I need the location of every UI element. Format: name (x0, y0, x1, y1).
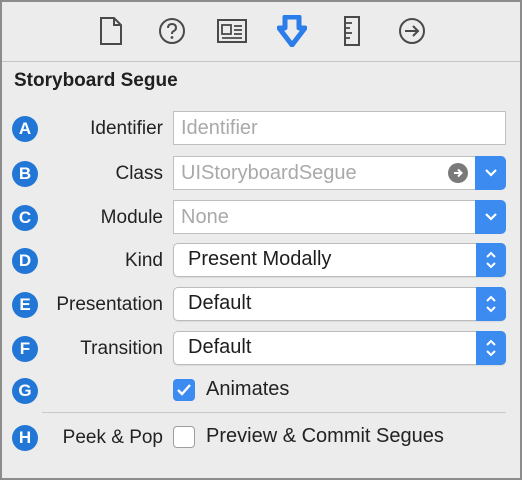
inspector-toolbar (2, 2, 520, 62)
module-row: C Module None (2, 200, 520, 236)
up-down-chevron-icon (476, 287, 506, 321)
badge-g: G (12, 378, 38, 404)
presentation-row: E Presentation Default (2, 287, 520, 323)
class-dropdown-button[interactable] (475, 156, 506, 190)
badge-b: B (12, 161, 38, 187)
class-label: Class (115, 163, 163, 184)
badge-f: F (12, 336, 38, 362)
kind-label: Kind (124, 250, 163, 271)
module-label: Module (100, 207, 163, 228)
up-down-chevron-icon (476, 331, 506, 365)
file-inspector-icon[interactable] (94, 14, 128, 48)
presentation-label: Presentation (56, 294, 163, 315)
presentation-value: Default (188, 292, 252, 314)
transition-row: F Transition Default (2, 331, 520, 367)
section-title: Storyboard Segue (14, 70, 178, 91)
module-dropdown-button[interactable] (475, 200, 506, 234)
identifier-field[interactable]: Identifier (173, 111, 506, 145)
identifier-row: A Identifier Identifier (2, 111, 520, 147)
preview-commit-label: Preview & Commit Segues (206, 425, 444, 447)
attributes-inspector-icon[interactable] (275, 14, 309, 48)
transition-value: Default (188, 336, 252, 358)
badge-c: C (12, 205, 38, 231)
peek-pop-label: Peek & Pop (62, 427, 163, 448)
up-down-chevron-icon (476, 243, 506, 277)
segue-inspector-panel: Storyboard Segue A Identifier Identifier… (0, 0, 522, 480)
identity-inspector-icon[interactable] (215, 14, 249, 48)
badge-a: A (12, 116, 38, 142)
animates-checkbox[interactable] (173, 379, 195, 401)
badge-e: E (12, 292, 38, 318)
transition-popup[interactable]: Default (173, 331, 506, 365)
kind-popup[interactable]: Present Modally (173, 243, 506, 277)
kind-row: D Kind Present Modally (2, 243, 520, 279)
module-field[interactable]: None (173, 200, 476, 234)
section-divider (42, 412, 506, 413)
kind-value: Present Modally (188, 248, 332, 270)
preview-commit-checkbox[interactable] (173, 426, 195, 448)
presentation-popup[interactable]: Default (173, 287, 506, 321)
go-to-class-icon[interactable] (448, 163, 468, 183)
connections-inspector-icon[interactable] (395, 14, 429, 48)
peek-pop-row: H Peek & Pop Preview & Commit Segues (2, 420, 520, 456)
size-inspector-icon[interactable] (335, 14, 369, 48)
quick-help-icon[interactable] (155, 14, 189, 48)
animates-label: Animates (206, 378, 290, 400)
identifier-label: Identifier (90, 118, 163, 139)
class-row: B Class UIStoryboardSegue (2, 156, 520, 192)
animates-row: G Animates (2, 373, 520, 409)
badge-d: D (12, 248, 38, 274)
badge-h: H (12, 425, 38, 451)
class-field[interactable]: UIStoryboardSegue (173, 156, 476, 190)
transition-label: Transition (80, 338, 163, 359)
